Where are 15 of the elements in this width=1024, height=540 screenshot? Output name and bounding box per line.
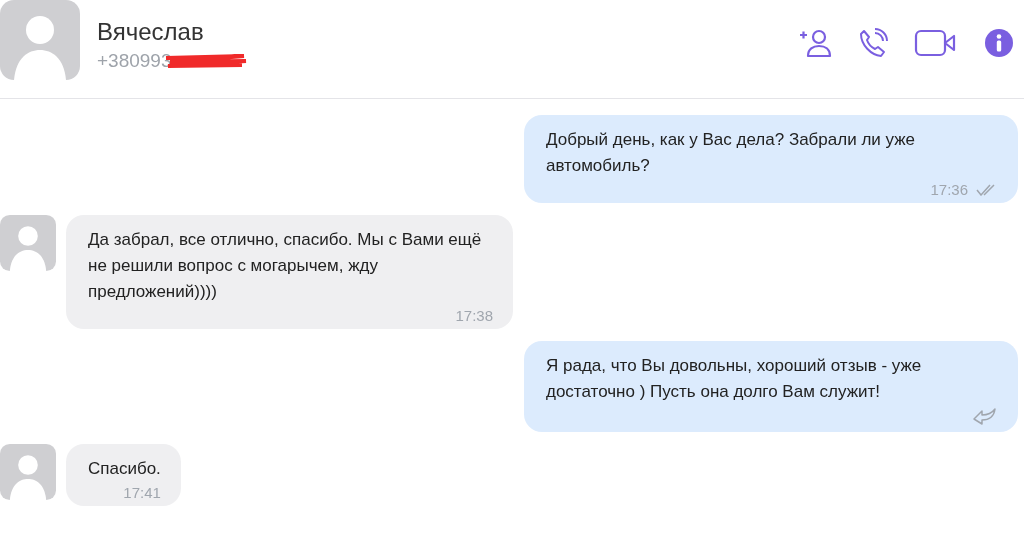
info-icon[interactable]: [984, 28, 1014, 58]
message-time: 17:36: [930, 181, 968, 198]
message-text: Спасибо.: [88, 458, 161, 480]
message-time: 17:38: [455, 307, 493, 324]
message-text: Добрый день, как у Вас дела? Забрали ли уже автомобиль?: [546, 129, 917, 177]
message-time: 17:41: [123, 484, 161, 501]
contact-name: Вячеслав: [97, 18, 205, 46]
phone-icon[interactable]: [858, 28, 888, 58]
add-contact-icon[interactable]: [798, 28, 832, 58]
message-text: Я рада, что Вы довольны, хороший отзыв - уже достаточно ) Пусть она долго Вам служит!: [546, 355, 923, 403]
avatar: [0, 444, 56, 500]
message-text: Да забрал, все отлично, спасибо. Мы с Вами ещё не решили вопрос с могарычем, жду предложений)))): [88, 229, 483, 303]
avatar: [0, 215, 56, 271]
phone-number: +380993: [97, 50, 172, 72]
video-camera-icon[interactable]: [914, 29, 958, 57]
